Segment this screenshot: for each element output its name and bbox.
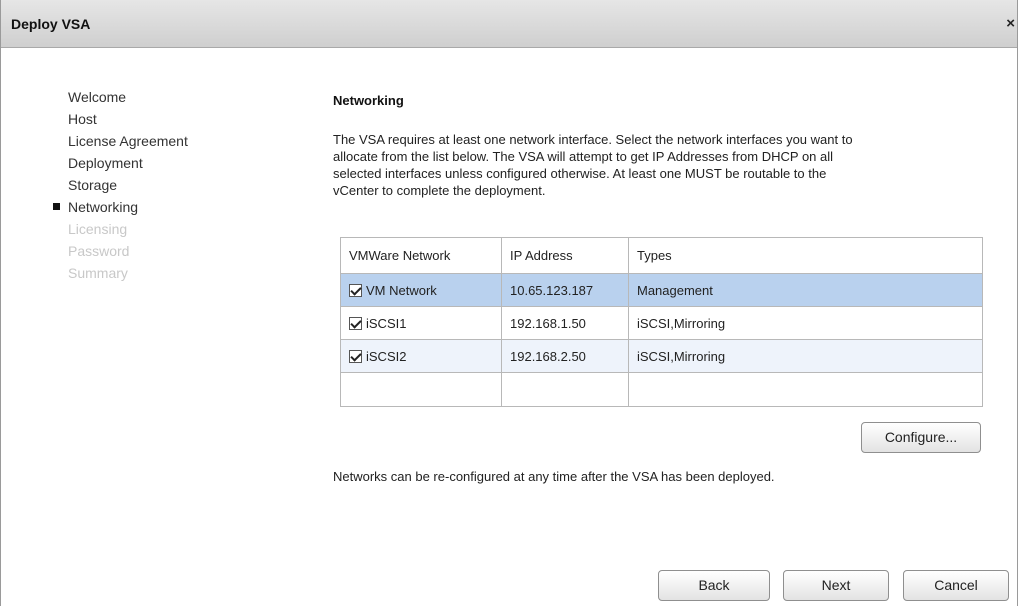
column-header-types[interactable]: Types bbox=[628, 237, 983, 274]
wizard-steps: Welcome Host License Agreement Deploymen… bbox=[1, 86, 301, 284]
step-label: License Agreement bbox=[68, 133, 188, 149]
checkbox-checked-icon[interactable] bbox=[349, 283, 362, 297]
step-label: Licensing bbox=[68, 221, 128, 237]
types-cell: Management bbox=[628, 273, 983, 307]
types-cell: iSCSI,Mirroring bbox=[628, 339, 983, 373]
step-summary: Summary bbox=[1, 262, 301, 284]
network-table: VMWare Network IP Address Types VM Netwo… bbox=[340, 237, 983, 407]
intro-line: The VSA requires at least one network in… bbox=[333, 132, 853, 147]
intro-line: vCenter to complete the deployment. bbox=[333, 183, 546, 198]
step-storage: Storage bbox=[1, 174, 301, 196]
step-password: Password bbox=[1, 240, 301, 262]
step-licensing: Licensing bbox=[1, 218, 301, 240]
network-cell: iSCSI2 bbox=[340, 339, 502, 373]
checkbox-checked-icon[interactable] bbox=[349, 349, 362, 363]
network-name: VM Network bbox=[366, 282, 437, 298]
back-button[interactable]: Back bbox=[658, 570, 770, 601]
network-cell: VM Network bbox=[340, 273, 502, 307]
table-row-empty bbox=[340, 372, 983, 407]
network-cell: iSCSI1 bbox=[340, 306, 502, 340]
next-button[interactable]: Next bbox=[783, 570, 889, 601]
ip-cell: 192.168.1.50 bbox=[501, 306, 629, 340]
ip-cell: 10.65.123.187 bbox=[501, 273, 629, 307]
configure-button[interactable]: Configure... bbox=[861, 422, 981, 453]
step-license-agreement: License Agreement bbox=[1, 130, 301, 152]
step-host: Host bbox=[1, 108, 301, 130]
checkbox-checked-icon[interactable] bbox=[349, 316, 362, 330]
deploy-vsa-dialog: Deploy VSA × Welcome Host License Agreem… bbox=[0, 0, 1018, 606]
column-header-network[interactable]: VMWare Network bbox=[340, 237, 502, 274]
empty-cell bbox=[628, 372, 983, 407]
step-label: Welcome bbox=[68, 89, 127, 105]
step-label: Password bbox=[68, 243, 130, 259]
square-bullet-icon bbox=[53, 203, 60, 210]
empty-cell bbox=[340, 372, 502, 407]
table-row[interactable]: iSCSI2 192.168.2.50 iSCSI,Mirroring bbox=[340, 339, 983, 373]
step-label: Networking bbox=[68, 199, 139, 215]
column-header-ip[interactable]: IP Address bbox=[501, 237, 629, 274]
network-name: iSCSI1 bbox=[366, 315, 407, 331]
empty-cell bbox=[501, 372, 629, 407]
footnote-text: Networks can be re-configured at any tim… bbox=[333, 469, 775, 484]
table-row[interactable]: VM Network 10.65.123.187 Management bbox=[340, 273, 983, 307]
step-label: Summary bbox=[68, 265, 128, 281]
types-cell: iSCSI,Mirroring bbox=[628, 306, 983, 340]
close-icon[interactable]: × bbox=[1006, 15, 1015, 32]
intro-line: allocate from the list below. The VSA wi… bbox=[333, 149, 834, 164]
step-label: Deployment bbox=[68, 155, 143, 171]
step-deployment: Deployment bbox=[1, 152, 301, 174]
cancel-button[interactable]: Cancel bbox=[903, 570, 1009, 601]
section-title: Networking bbox=[333, 93, 404, 108]
window-title: Deploy VSA bbox=[11, 16, 91, 32]
table-header-row: VMWare Network IP Address Types bbox=[340, 237, 983, 274]
step-label: Host bbox=[68, 111, 97, 127]
title-bar: Deploy VSA × bbox=[1, 0, 1017, 48]
intro-line: selected interfaces unless configured ot… bbox=[333, 166, 827, 181]
step-welcome: Welcome bbox=[1, 86, 301, 108]
step-networking: Networking bbox=[1, 196, 301, 218]
step-label: Storage bbox=[68, 177, 118, 193]
ip-cell: 192.168.2.50 bbox=[501, 339, 629, 373]
network-name: iSCSI2 bbox=[366, 348, 407, 364]
table-row[interactable]: iSCSI1 192.168.1.50 iSCSI,Mirroring bbox=[340, 306, 983, 340]
intro-text: The VSA requires at least one network in… bbox=[333, 131, 1003, 199]
